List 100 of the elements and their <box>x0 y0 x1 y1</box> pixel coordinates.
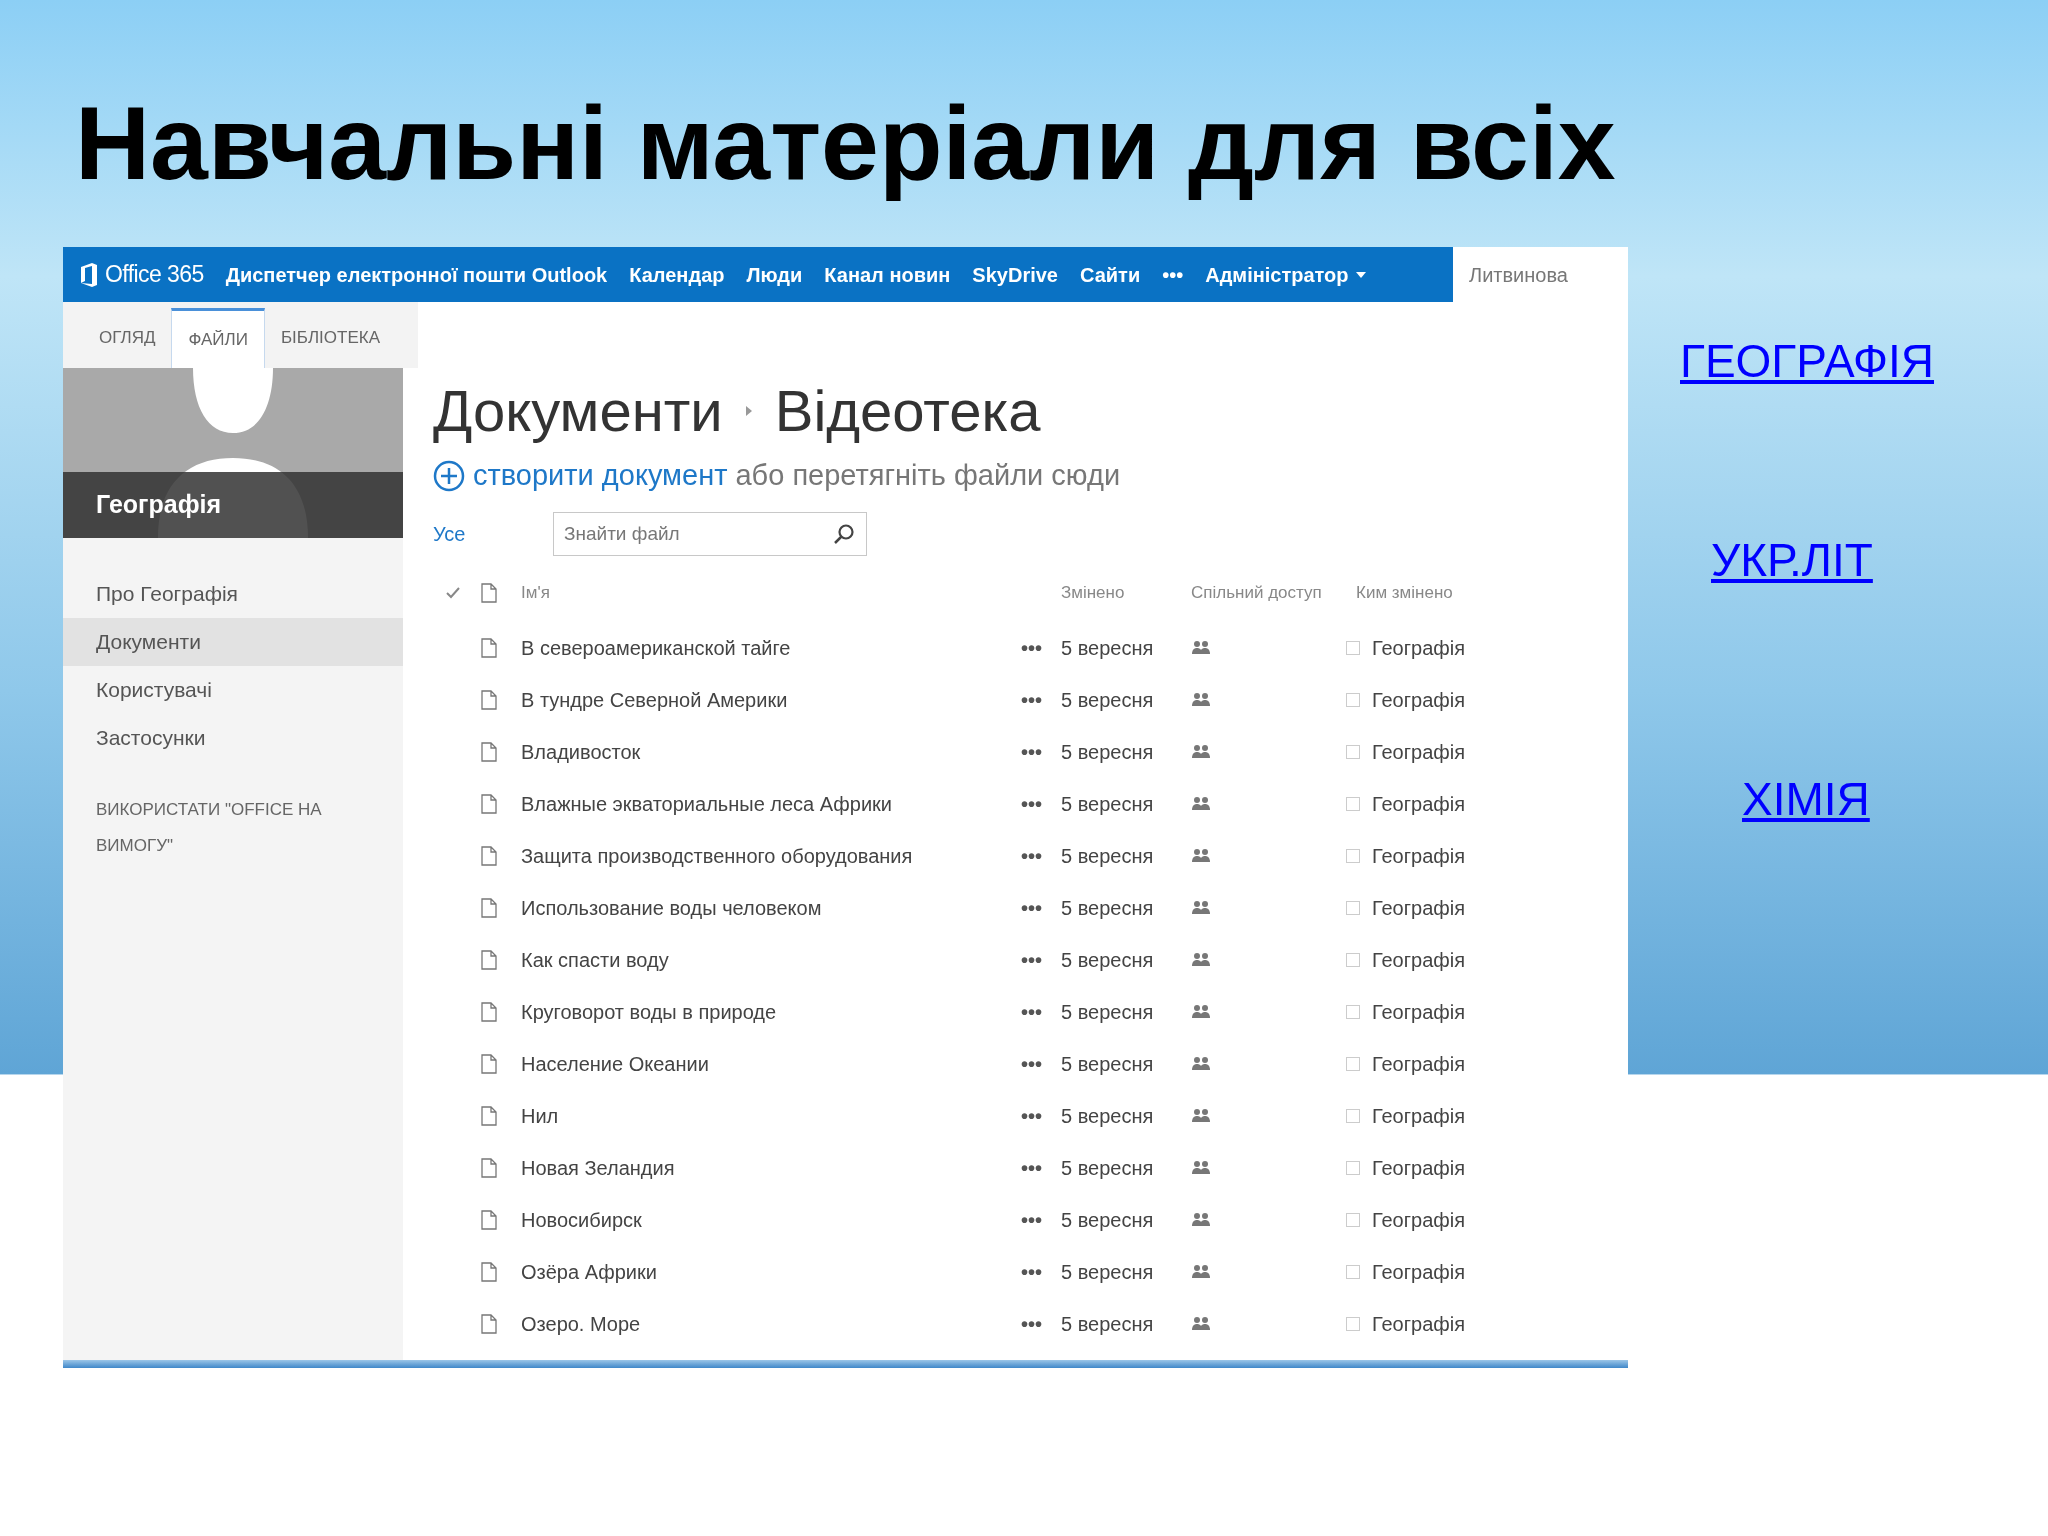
column-header[interactable]: Змінено <box>1061 580 1191 606</box>
modified-date: 5 вересня <box>1061 740 1155 765</box>
document-icon <box>481 742 497 762</box>
file-name[interactable]: Круговорот воды в природе <box>521 997 1021 1027</box>
file-name[interactable]: Использование воды человеком <box>521 893 1021 923</box>
modified-by: Географія <box>1372 1156 1465 1181</box>
view-link[interactable]: Усе <box>433 519 553 549</box>
file-name[interactable]: Защита производственного оборудования <box>521 841 1021 871</box>
document-icon <box>481 1210 497 1230</box>
row-checkbox[interactable] <box>1346 1057 1360 1071</box>
nav-link[interactable]: Адміністратор <box>1205 259 1367 290</box>
more-options-icon[interactable]: ••• <box>1021 742 1061 762</box>
people-icon <box>1191 1316 1211 1332</box>
file-name[interactable]: Население Океании <box>521 1049 1021 1079</box>
more-options-icon[interactable]: ••• <box>1021 638 1061 658</box>
nav-link[interactable]: SkyDrive <box>972 259 1058 290</box>
row-checkbox[interactable] <box>1346 953 1360 967</box>
more-options-icon[interactable]: ••• <box>1021 1158 1061 1178</box>
more-options-icon[interactable]: ••• <box>1021 898 1061 918</box>
row-checkbox[interactable] <box>1346 1109 1360 1123</box>
modified-date: 5 вересня <box>1061 636 1155 661</box>
file-name[interactable]: Новая Зеландия <box>521 1153 1021 1183</box>
check-icon[interactable] <box>445 586 461 600</box>
row-checkbox[interactable] <box>1346 693 1360 707</box>
subject-link[interactable]: ХІМІЯ <box>1742 765 1870 834</box>
sidebar-item[interactable]: Про Географія <box>63 570 403 618</box>
more-options-icon[interactable]: ••• <box>1021 1002 1061 1022</box>
add-icon[interactable] <box>433 460 465 492</box>
modified-date: 5 вересня <box>1061 896 1155 921</box>
people-icon <box>1191 900 1211 916</box>
modified-date: 5 вересня <box>1061 1312 1155 1337</box>
file-name[interactable]: Нил <box>521 1101 1021 1131</box>
search-icon[interactable] <box>833 523 855 545</box>
office-on-demand-link[interactable]: ВИКОРИСТАТИ "OFFICE НА ВИМОГУ" <box>96 792 346 864</box>
search-field[interactable]: Знайти файл <box>553 512 867 556</box>
nav-link[interactable]: Канал новин <box>824 259 951 290</box>
slide-title: Навчальні матеріали для всіх <box>75 84 1616 203</box>
more-options-icon[interactable]: ••• <box>1021 950 1061 970</box>
document-icon <box>481 794 497 814</box>
people-icon <box>1191 1004 1211 1020</box>
subject-link[interactable]: ГЕОГРАФІЯ <box>1680 327 1934 396</box>
subject-link[interactable]: УКР.ЛІТ <box>1711 526 1873 595</box>
row-checkbox[interactable] <box>1346 1265 1360 1279</box>
row-checkbox[interactable] <box>1346 1317 1360 1331</box>
row-checkbox[interactable] <box>1346 797 1360 811</box>
modified-date: 5 вересня <box>1061 948 1155 973</box>
file-name[interactable]: Озеро. Море <box>521 1309 1021 1339</box>
more-options-icon[interactable]: ••• <box>1021 1106 1061 1126</box>
file-name[interactable]: Озёра Африки <box>521 1257 1021 1287</box>
brand-name[interactable]: Office 365 <box>105 257 204 292</box>
file-name[interactable]: Влажные экваториальные леса Африки <box>521 789 1021 819</box>
sidebar-item[interactable]: Застосунки <box>63 714 403 762</box>
more-options-icon[interactable]: ••• <box>1021 1314 1061 1334</box>
people-icon <box>1191 848 1211 864</box>
column-header[interactable]: Ім'я <box>521 580 1061 606</box>
sidebar-item[interactable]: Документи <box>63 618 403 666</box>
office-logo-icon <box>79 261 99 288</box>
row-checkbox[interactable] <box>1346 641 1360 655</box>
modified-by: Географія <box>1372 844 1465 869</box>
chevron-icon <box>744 405 753 417</box>
row-checkbox[interactable] <box>1346 1005 1360 1019</box>
people-icon <box>1191 692 1211 708</box>
more-options-icon[interactable]: ••• <box>1021 1210 1061 1230</box>
more-options-icon[interactable]: ••• <box>1021 794 1061 814</box>
document-icon <box>481 846 497 866</box>
document-icon <box>481 638 497 658</box>
row-checkbox[interactable] <box>1346 745 1360 759</box>
ribbon-tab[interactable]: ФАЙЛИ <box>171 308 265 368</box>
modified-by: Географія <box>1372 636 1465 661</box>
user-name[interactable]: Литвинова <box>1469 259 1568 290</box>
more-options-icon[interactable]: ••• <box>1021 690 1061 710</box>
modified-by: Географія <box>1372 740 1465 765</box>
nav-link[interactable]: Диспетчер електронної пошти Outlook <box>225 259 608 290</box>
modified-date: 5 вересня <box>1061 1000 1155 1025</box>
file-name[interactable]: В североамериканской тайге <box>521 633 1021 663</box>
more-options-icon[interactable]: ••• <box>1021 1262 1061 1282</box>
more-options-icon[interactable]: ••• <box>1021 1054 1061 1074</box>
file-name[interactable]: Новосибирск <box>521 1205 1021 1235</box>
ribbon-tab[interactable]: ОГЛЯД <box>83 308 172 368</box>
file-name[interactable]: В тундре Северной Америки <box>521 685 1021 715</box>
ribbon-tab[interactable]: БІБЛІОТЕКА <box>264 308 396 368</box>
document-icon <box>481 583 497 603</box>
nav-link[interactable]: Люди <box>746 259 803 290</box>
more-options-icon[interactable]: ••• <box>1021 846 1061 866</box>
column-header[interactable]: Ким змінено <box>1356 580 1453 606</box>
column-header[interactable]: Спільний доступ <box>1191 580 1356 606</box>
file-name[interactable]: Владивосток <box>521 737 1021 767</box>
nav-link[interactable]: Календар <box>629 259 725 290</box>
row-checkbox[interactable] <box>1346 1161 1360 1175</box>
modified-by: Географія <box>1372 1052 1465 1077</box>
create-document-link[interactable]: створити документ <box>473 454 728 498</box>
people-icon <box>1191 796 1211 812</box>
file-name[interactable]: Как спасти воду <box>521 945 1021 975</box>
row-checkbox[interactable] <box>1346 1213 1360 1227</box>
row-checkbox[interactable] <box>1346 849 1360 863</box>
more-button[interactable]: ••• <box>1162 259 1184 290</box>
row-checkbox[interactable] <box>1346 901 1360 915</box>
nav-link[interactable]: Сайти <box>1080 259 1141 290</box>
sidebar-item[interactable]: Користувачі <box>63 666 403 714</box>
people-icon <box>1191 1160 1211 1176</box>
